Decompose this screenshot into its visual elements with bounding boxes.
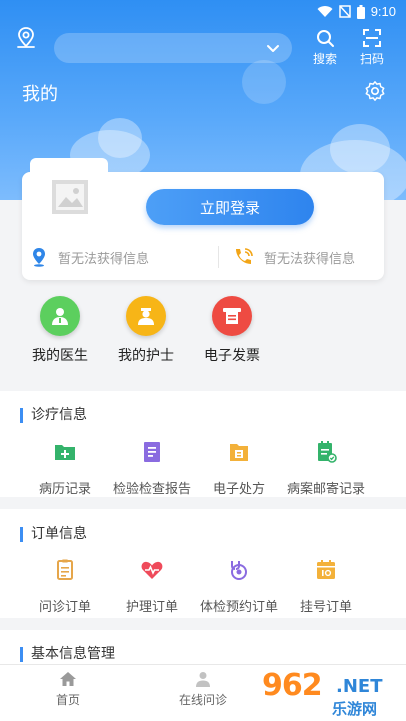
page-title: 我的 (22, 84, 58, 105)
mail-record-icon (318, 441, 337, 463)
wifi-icon (317, 5, 333, 17)
decor-cloud (330, 124, 390, 174)
nav-online-consult[interactable]: 在线问诊 (163, 671, 243, 708)
scan-button[interactable]: 扫码 (352, 28, 392, 67)
grid-item-consult-order[interactable]: 问诊订单 (19, 558, 111, 615)
location-icon (33, 248, 45, 267)
grid-item-label: 体检预约订单 (199, 600, 278, 615)
chevron-down-icon (267, 45, 279, 52)
scan-icon (363, 29, 381, 47)
grid-item-label: 护理订单 (125, 600, 178, 615)
info-left-text: 暂无法获得信息 (58, 251, 150, 267)
prescription-icon (230, 444, 248, 461)
status-bar: 9:10 (0, 0, 406, 24)
watermark-number: 962 (262, 668, 323, 703)
no-signal-icon (338, 5, 351, 18)
info-right-text: 暂无法获得信息 (264, 251, 356, 267)
nav-online-consult-label: 在线问诊 (178, 693, 227, 707)
login-button[interactable]: 立即登录 (146, 189, 314, 225)
gear-icon[interactable] (364, 80, 386, 102)
location-pin-icon[interactable] (14, 26, 38, 50)
grid-item-label: 检验检查报告 (112, 482, 191, 497)
quick-entry-label: 电子发票 (204, 348, 260, 364)
basic-section-title: 基本信息管理 (20, 647, 115, 662)
search-label: 搜索 (312, 52, 337, 66)
search-button[interactable]: 搜索 (305, 28, 345, 67)
watermark-text: 乐游网 (332, 700, 378, 718)
grid-item-checkup-order[interactable]: 体检预约订单 (193, 558, 285, 615)
decor-cloud (98, 118, 142, 158)
quick-entry-invoice[interactable]: 电子发票 (192, 296, 272, 365)
consult-order-icon (57, 559, 73, 580)
quick-entry-my-doctor[interactable]: 我的医生 (20, 296, 100, 365)
phone-icon (236, 248, 253, 264)
folder-plus-icon (55, 445, 75, 460)
grid-item-label: 病案邮寄记录 (286, 482, 365, 497)
doctor-icon (40, 296, 80, 336)
status-time: 9:10 (370, 4, 396, 19)
grid-item-label: 电子处方 (212, 482, 265, 497)
care-order-icon (141, 561, 163, 579)
report-icon (144, 442, 160, 462)
quick-entry-label: 我的医生 (32, 348, 88, 364)
battery-icon (356, 4, 365, 19)
decor-bubble (242, 60, 286, 104)
scan-label: 扫码 (359, 52, 384, 66)
hospital-selector[interactable] (54, 33, 292, 63)
grid-item-label: 挂号订单 (299, 600, 352, 615)
home-icon (60, 672, 76, 686)
register-order-icon (317, 560, 335, 579)
checkup-order-icon (231, 561, 247, 580)
search-icon (317, 30, 334, 47)
site-watermark: 962 .NET 乐游网 (262, 668, 402, 718)
orders-section-title: 订单信息 (20, 527, 87, 542)
quick-entry-label: 我的护士 (118, 348, 174, 364)
quick-entry-my-nurse[interactable]: 我的护士 (106, 296, 186, 365)
medical-section-title: 诊疗信息 (20, 408, 87, 423)
grid-item-mail-record[interactable]: 病案邮寄记录 (280, 440, 372, 497)
grid-item-e-prescription[interactable]: 电子处方 (193, 440, 285, 497)
nav-home[interactable]: 首页 (28, 671, 108, 708)
nav-home-label: 首页 (55, 693, 80, 707)
grid-item-lab-report[interactable]: 检验检查报告 (106, 440, 198, 497)
grid-item-medical-record[interactable]: 病历记录 (19, 440, 111, 497)
info-right: 暂无法获得信息 (232, 246, 355, 268)
grid-item-register-order[interactable]: 挂号订单 (280, 558, 372, 615)
watermark-suffix: .NET (336, 676, 383, 697)
consult-icon (196, 672, 210, 687)
avatar-placeholder-icon[interactable] (52, 180, 88, 214)
info-left: 暂无法获得信息 (30, 246, 149, 268)
grid-item-care-order[interactable]: 护理订单 (106, 558, 198, 615)
nurse-icon (126, 296, 166, 336)
grid-item-label: 问诊订单 (38, 600, 91, 615)
grid-item-label: 病历记录 (38, 482, 91, 497)
invoice-icon (212, 296, 252, 336)
info-divider (218, 246, 219, 268)
